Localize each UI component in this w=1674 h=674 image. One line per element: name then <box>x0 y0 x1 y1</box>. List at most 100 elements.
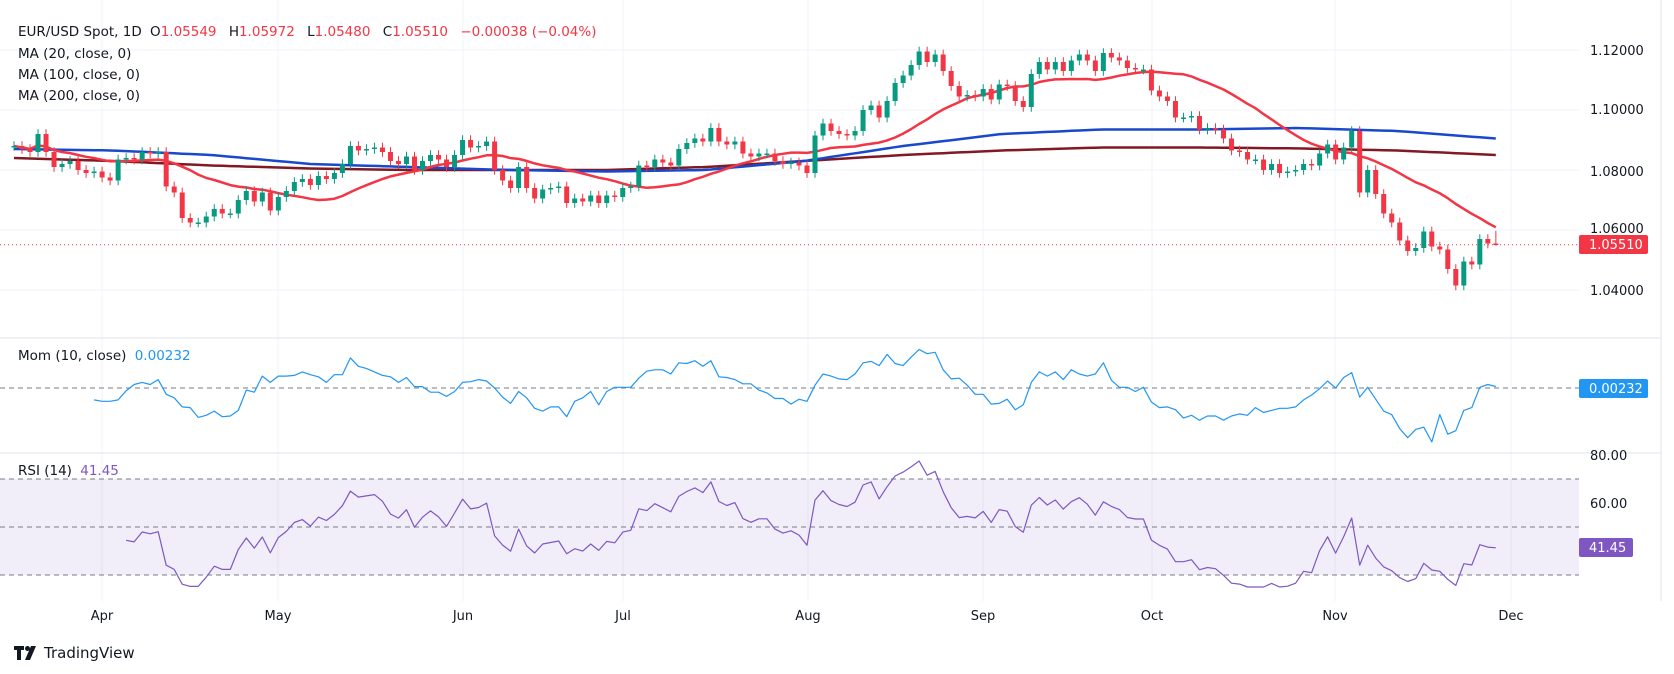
candle-down <box>780 161 786 164</box>
tradingview-logo[interactable]: TradingView <box>14 644 135 662</box>
candle-down <box>500 170 506 181</box>
candle-up <box>35 134 41 152</box>
candle-up <box>884 101 890 118</box>
candle-up <box>452 155 458 167</box>
candle-up <box>812 135 818 173</box>
candle-up <box>1413 248 1419 251</box>
candle-down <box>1485 239 1491 244</box>
candle-up <box>1285 171 1291 173</box>
candle-down <box>660 159 666 163</box>
x-tick: Sep <box>971 609 996 624</box>
candle-up <box>1325 144 1331 154</box>
candle-down <box>700 138 706 142</box>
candle-down <box>828 123 834 131</box>
candle-down <box>804 165 810 173</box>
candle-up <box>1068 60 1074 71</box>
svg-text:0.00232: 0.00232 <box>1589 382 1643 397</box>
x-tick: Apr <box>91 609 114 624</box>
candle-up <box>299 179 305 182</box>
x-tick: Nov <box>1322 609 1348 624</box>
candle-down <box>19 146 25 149</box>
candle-up <box>283 191 289 197</box>
candle-down <box>1373 170 1379 194</box>
candle-down <box>251 191 257 202</box>
last-price-badge: 1.05510 <box>1579 235 1648 254</box>
legend-ma200[interactable]: MA (200, close, 0) <box>18 87 140 105</box>
grid <box>0 0 1579 601</box>
candle-down <box>1445 249 1451 269</box>
candle-up <box>123 158 129 160</box>
candle-up <box>1052 62 1058 70</box>
candle-up <box>476 146 482 148</box>
candle-down <box>612 195 618 197</box>
candle-down <box>772 153 778 161</box>
candle-up <box>155 152 161 154</box>
candle-up <box>235 200 241 214</box>
candle-down <box>1245 152 1251 160</box>
candle-down <box>948 71 954 86</box>
candle-up <box>732 141 738 145</box>
candle-up <box>572 198 578 203</box>
candle-down <box>988 89 994 100</box>
candle-up <box>996 84 1002 100</box>
x-tick: Jul <box>614 609 631 624</box>
candle-up <box>708 128 714 142</box>
candle-down <box>468 140 474 148</box>
mom-label: Mom (10, close) <box>18 348 127 364</box>
candle-down <box>1156 90 1162 97</box>
candle-up <box>868 105 874 110</box>
chart-canvas[interactable]: 1.12000 1.10000 1.08000 1.06000 1.04000 … <box>0 0 1674 674</box>
candle-up <box>1365 170 1371 193</box>
candle-up <box>820 123 826 136</box>
candle-down <box>307 179 313 185</box>
candle-down <box>179 192 185 218</box>
candle-up <box>788 162 794 164</box>
legend-rsi[interactable]: RSI (14) 41.45 <box>18 462 123 480</box>
candle-down <box>436 155 442 160</box>
candle-up <box>347 146 353 164</box>
candle-down <box>724 141 730 145</box>
candle-up <box>1204 128 1210 130</box>
candle-up <box>588 195 594 202</box>
candle-down <box>644 165 650 167</box>
candle-up <box>420 161 426 170</box>
candle-up <box>195 222 201 224</box>
candle-up <box>964 95 970 97</box>
candle-up <box>91 171 97 173</box>
candle-up <box>932 54 938 62</box>
candle-up <box>604 195 610 203</box>
candle-up <box>1421 231 1427 248</box>
price-tick: 1.10000 <box>1590 103 1644 118</box>
candle-up <box>1269 164 1275 170</box>
candle-down <box>51 152 57 167</box>
candle-down <box>1493 243 1499 246</box>
tradingview-logo-icon <box>14 646 36 660</box>
candle-up <box>203 216 209 223</box>
legend-ma100[interactable]: MA (100, close, 0) <box>18 66 140 84</box>
candle-down <box>1020 101 1026 107</box>
candle-down <box>131 158 137 160</box>
price-tick: 1.04000 <box>1590 284 1644 299</box>
candle-up <box>908 65 914 76</box>
candle-down <box>1196 116 1202 130</box>
candle-up <box>620 188 626 197</box>
symbol-title[interactable]: EUR/USD Spot, 1D <box>18 24 142 40</box>
candle-down <box>444 159 450 167</box>
candle-up <box>1076 54 1082 61</box>
close-value: 1.05510 <box>392 24 449 40</box>
candle-down <box>1469 261 1475 265</box>
candle-down <box>1060 62 1066 71</box>
x-tick: Dec <box>1498 609 1523 624</box>
candle-down <box>1453 269 1459 286</box>
candle-down <box>532 188 538 199</box>
candle-down <box>492 141 498 170</box>
candle-down <box>147 152 153 154</box>
legend-ma20[interactable]: MA (20, close, 0) <box>18 45 131 63</box>
candle-down <box>163 152 169 187</box>
brand-name: TradingView <box>44 644 135 662</box>
legend-mom[interactable]: Mom (10, close) 0.00232 <box>18 347 195 365</box>
candle-up <box>59 164 65 167</box>
candle-down <box>187 218 193 223</box>
candle-up <box>139 152 145 160</box>
candle-down <box>508 180 514 188</box>
